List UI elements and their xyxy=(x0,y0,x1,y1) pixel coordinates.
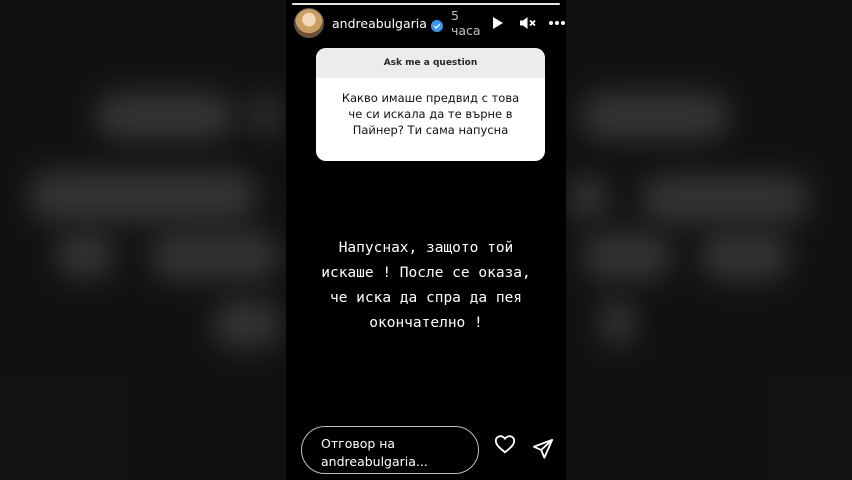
mute-icon[interactable] xyxy=(517,13,537,33)
sticker-title: Ask me a question xyxy=(316,48,545,78)
story-header: andreabulgaria 5 часа xyxy=(294,8,565,38)
sticker-question: Какво имаше предвид с това че си искала … xyxy=(341,91,520,137)
avatar[interactable] xyxy=(294,8,324,38)
story-viewer[interactable]: andreabulgaria 5 часа Ask me a question … xyxy=(286,0,566,480)
reply-input[interactable]: Отговор на andreabulgaria... xyxy=(301,426,479,474)
answer-text: Напуснах, защото той искаше ! После се о… xyxy=(321,240,531,331)
more-icon[interactable] xyxy=(547,13,566,33)
heart-icon[interactable] xyxy=(494,433,516,455)
verified-icon xyxy=(430,17,443,32)
send-icon[interactable] xyxy=(532,438,554,460)
username[interactable]: andreabulgaria xyxy=(332,16,427,31)
question-sticker[interactable]: Ask me a question Какво имаше предвид с … xyxy=(316,48,545,161)
play-icon[interactable] xyxy=(487,13,507,33)
story-progress-bar xyxy=(292,3,560,5)
post-time: 5 часа xyxy=(450,8,481,38)
